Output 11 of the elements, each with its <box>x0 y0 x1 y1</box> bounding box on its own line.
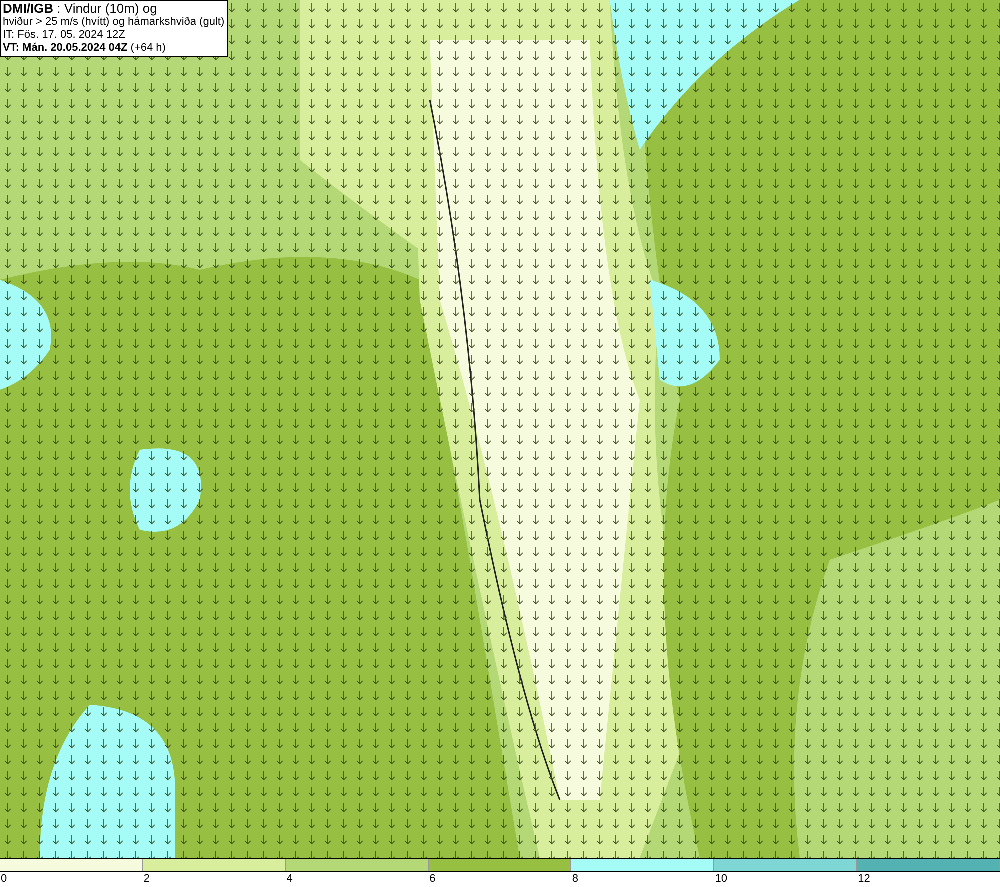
title-line: IT: Fös. 17. 05. 2024 12Z <box>3 29 126 42</box>
legend-label: 0 <box>1 872 8 886</box>
title-line: VT: Mán. 20.05.2024 04Z (+64 h) <box>3 42 167 55</box>
legend-label: 8 <box>572 872 579 886</box>
title-line: hviður > 25 m/s (hvítt) og hámarkshviða (gult) <box>3 16 225 29</box>
legend-label: 6 <box>430 872 436 886</box>
legend-label: 4 <box>286 872 293 886</box>
title-line: DMI/IGB : Vindur (10m) og <box>3 2 158 16</box>
legend-label: 2 <box>144 872 150 886</box>
legend-label: 12 <box>858 872 870 886</box>
legend-label: 10 <box>715 872 728 886</box>
